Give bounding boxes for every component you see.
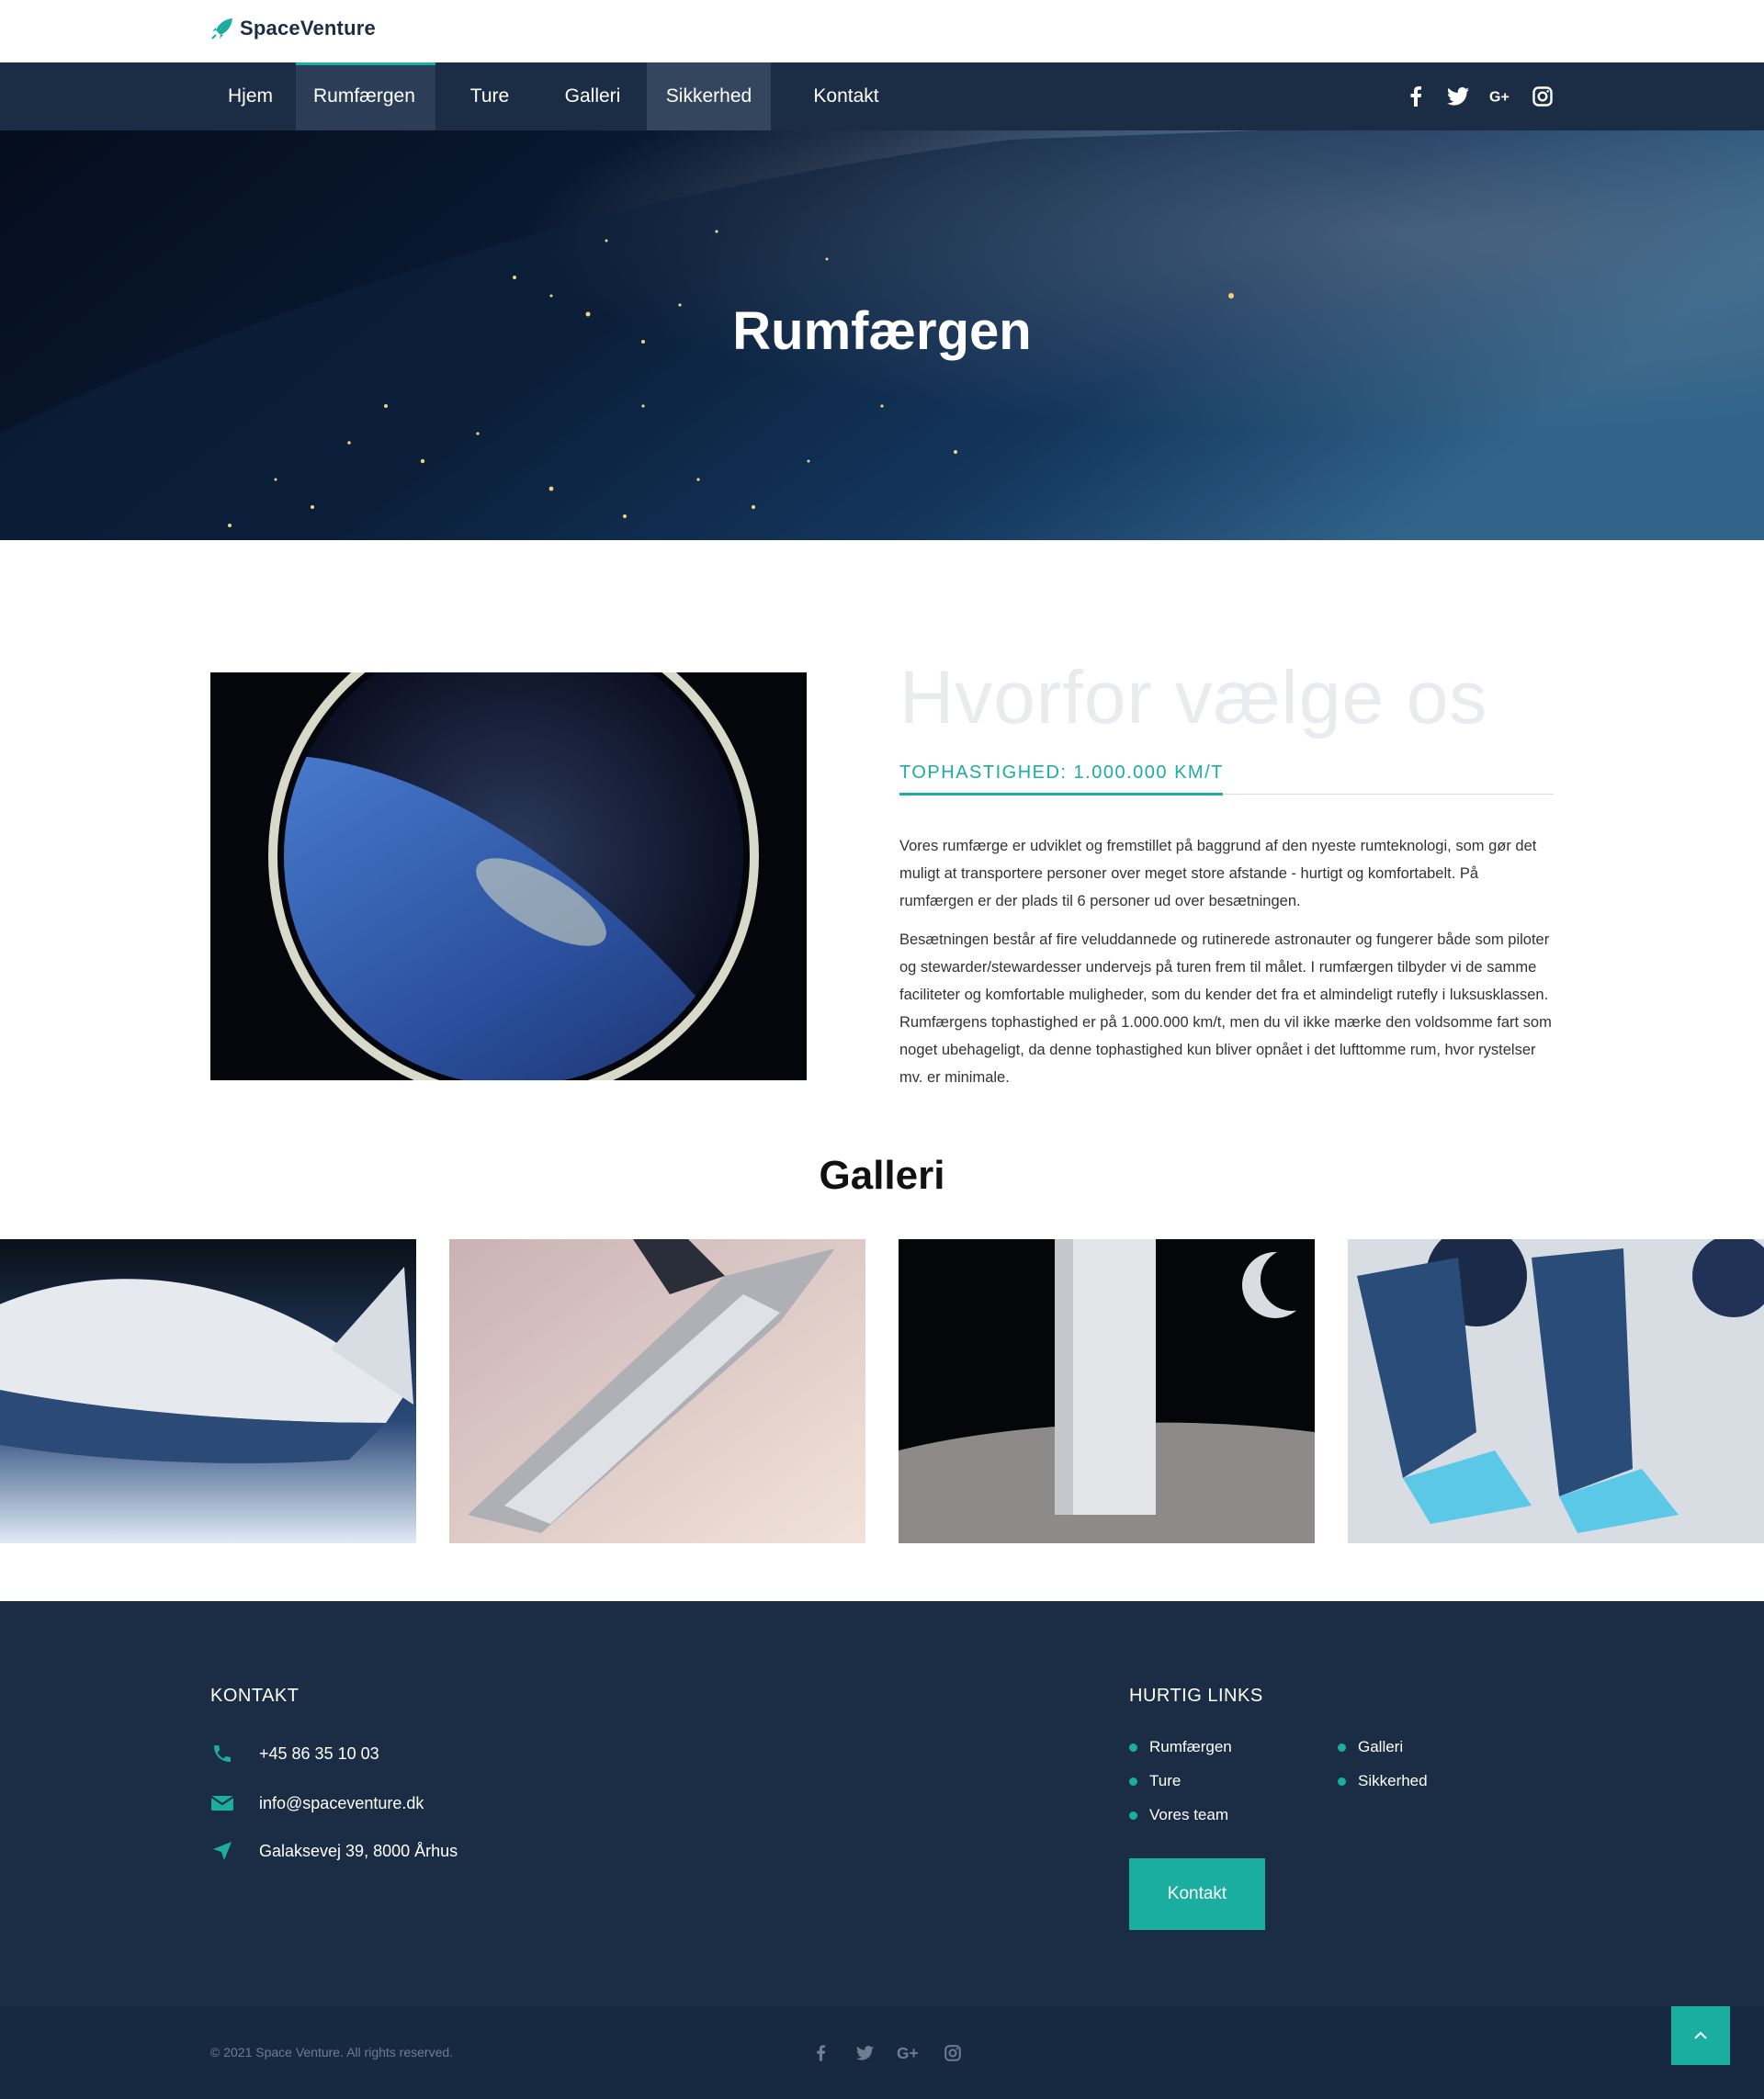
location-arrow-icon	[210, 1839, 234, 1863]
gallery-image-3[interactable]	[899, 1239, 1315, 1543]
nav-item-galleri[interactable]: Galleri	[538, 62, 647, 130]
about-paragraph-1: Vores rumfærge er udviklet og fremstille…	[899, 838, 1537, 909]
footer-contact-button[interactable]: Kontakt	[1129, 1858, 1265, 1930]
gallery-image-2[interactable]	[449, 1239, 865, 1543]
quick-link-label: Vores team	[1149, 1806, 1228, 1823]
google-plus-icon[interactable]: G+	[897, 2041, 921, 2065]
quick-link-galleri[interactable]: Galleri	[1338, 1738, 1403, 1756]
top-logo-bar: SpaceVenture	[0, 0, 1764, 62]
nav-item-ture[interactable]: Ture	[441, 62, 538, 130]
about-paragraph-2: Besætningen består af fire veluddannede …	[899, 931, 1552, 1086]
bullet-icon	[1338, 1743, 1346, 1752]
quick-link-vores-team[interactable]: Vores team	[1129, 1806, 1228, 1824]
twitter-icon[interactable]	[1447, 85, 1469, 107]
quick-link-ture[interactable]: Ture	[1129, 1772, 1181, 1790]
facebook-icon[interactable]	[1405, 85, 1427, 107]
about-section: Hvorfor vælge os TOPHASTIGHED: 1.000.000…	[899, 654, 1554, 1091]
chevron-up-icon	[1694, 2031, 1707, 2039]
speed-underline	[899, 793, 1554, 796]
porthole-image	[210, 672, 807, 1080]
footer-phone-text[interactable]: +45 86 35 10 03	[259, 1744, 379, 1764]
bullet-icon	[1129, 1743, 1137, 1752]
instagram-icon[interactable]	[941, 2041, 965, 2065]
quick-link-label: Sikkerhed	[1358, 1772, 1428, 1789]
footer-social-links: G+	[808, 2041, 965, 2065]
nav-list: Hjem Rumfærgen Ture Galleri Sikkerhed Ko…	[210, 62, 922, 130]
svg-text:G+: G+	[897, 2045, 919, 2061]
quick-link-label: Ture	[1149, 1772, 1182, 1789]
main-navbar: Hjem Rumfærgen Ture Galleri Sikkerhed Ko…	[0, 62, 1764, 130]
google-plus-icon[interactable]: G+	[1489, 85, 1511, 107]
logo[interactable]: SpaceVenture	[210, 17, 376, 40]
footer-bottom-bar: © 2021 Space Venture. All rights reserve…	[0, 2006, 1764, 2099]
speed-label: TOPHASTIGHED: 1.000.000 KM/T	[899, 762, 1224, 783]
envelope-icon	[210, 1791, 234, 1815]
bullet-icon	[1129, 1811, 1137, 1820]
footer-links-heading: HURTIG LINKS	[1129, 1686, 1263, 1706]
hero-title: Rumfærgen	[732, 301, 1032, 361]
nav-item-kontakt[interactable]: Kontakt	[771, 62, 922, 130]
footer-address-text: Galaksevej 39, 8000 Århus	[259, 1841, 458, 1860]
gallery-grid	[0, 1239, 1764, 1543]
svg-text:G+: G+	[1489, 90, 1510, 106]
footer-address: Galaksevej 39, 8000 Århus	[210, 1839, 458, 1863]
quick-link-rumfaergen[interactable]: Rumfærgen	[1129, 1738, 1232, 1756]
copyright-text: © 2021 Space Venture. All rights reserve…	[210, 2045, 454, 2060]
hero-banner: Rumfærgen	[0, 130, 1764, 540]
back-to-top-button[interactable]	[1671, 2006, 1730, 2065]
gallery-image-1[interactable]	[0, 1239, 416, 1543]
quick-link-label: Rumfærgen	[1149, 1738, 1232, 1755]
footer-phone: +45 86 35 10 03	[210, 1742, 379, 1766]
section-watermark-title: Hvorfor vælge os	[899, 656, 1488, 739]
nav-item-sikkerhed[interactable]: Sikkerhed	[647, 62, 771, 130]
nav-item-hjem[interactable]: Hjem	[210, 62, 290, 130]
footer-email: info@spaceventure.dk	[210, 1791, 424, 1815]
rocket-icon	[211, 18, 232, 39]
logo-text: SpaceVenture	[240, 17, 376, 39]
facebook-icon[interactable]	[808, 2041, 832, 2065]
quick-link-sikkerhed[interactable]: Sikkerhed	[1338, 1772, 1428, 1790]
bullet-icon	[1338, 1777, 1346, 1786]
instagram-icon[interactable]	[1532, 85, 1554, 107]
nav-item-rumfaergen[interactable]: Rumfærgen	[296, 62, 435, 130]
twitter-icon[interactable]	[853, 2041, 876, 2065]
footer-contact-heading: KONTAKT	[210, 1686, 300, 1706]
quick-link-label: Galleri	[1358, 1738, 1404, 1755]
bullet-icon	[1129, 1777, 1137, 1786]
nav-social-links: G+	[1405, 62, 1554, 130]
phone-icon	[210, 1742, 234, 1766]
footer-email-text[interactable]: info@spaceventure.dk	[259, 1794, 424, 1813]
gallery-title: Galleri	[819, 1153, 945, 1198]
gallery-image-4[interactable]	[1348, 1239, 1764, 1543]
